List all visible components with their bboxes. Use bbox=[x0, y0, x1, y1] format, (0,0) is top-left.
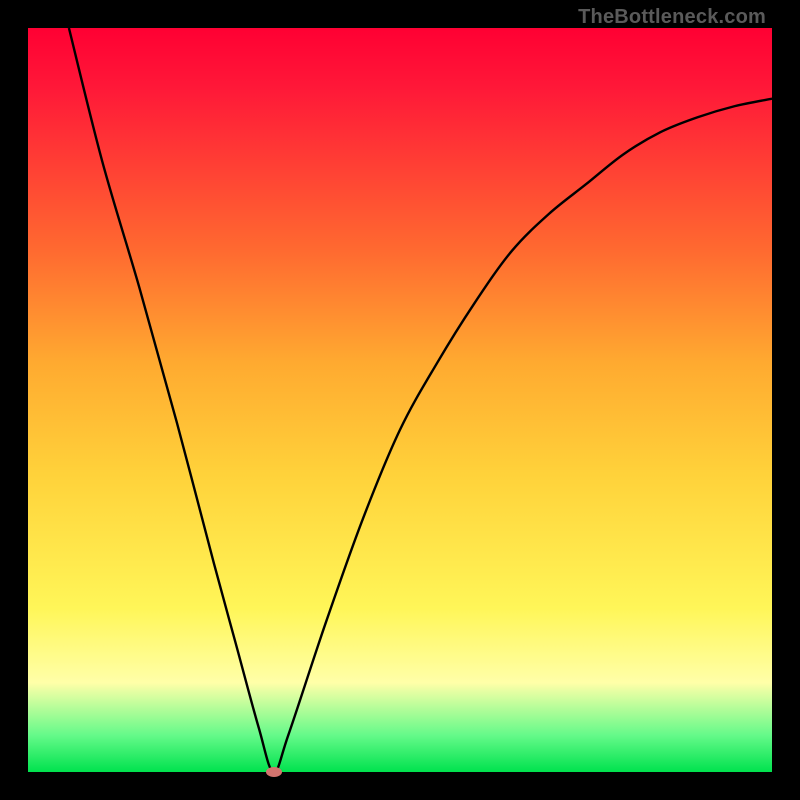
watermark-text: TheBottleneck.com bbox=[578, 6, 766, 29]
chart-area bbox=[28, 28, 772, 772]
bottleneck-curve bbox=[28, 28, 772, 772]
minimum-marker bbox=[266, 767, 282, 777]
